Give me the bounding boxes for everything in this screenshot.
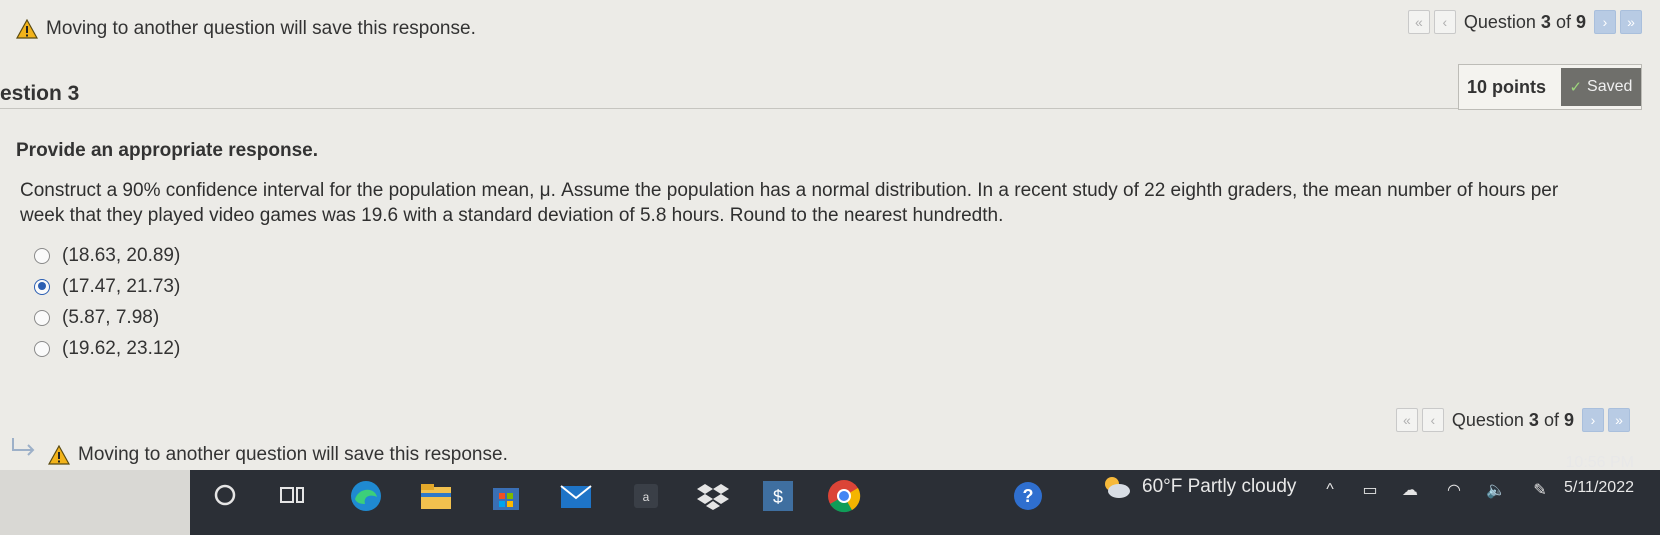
clock-date: 5/11/2022 — [1564, 479, 1634, 496]
next-question-button-bottom[interactable]: › — [1582, 408, 1604, 432]
answer-radio-3[interactable] — [34, 309, 50, 326]
task-view-icon[interactable] — [275, 478, 311, 514]
answer-label-2: (17.47, 21.73) — [62, 275, 181, 297]
weather-text: 60°F Partly cloudy — [1142, 476, 1297, 497]
divider — [0, 108, 1460, 109]
answer-option-4[interactable]: (19.62, 23.12) — [34, 333, 180, 364]
system-clock[interactable]: 10:56 PM 5/11/2022 — [1564, 450, 1634, 500]
answer-label-3: (5.87, 7.98) — [62, 306, 160, 328]
saved-label: Saved — [1587, 78, 1633, 95]
question-counter: Question 3 of 9 — [1463, 11, 1586, 32]
svg-text:a: a — [643, 490, 650, 504]
amazon-icon[interactable]: a — [628, 478, 664, 514]
saved-status: ✓ Saved — [1560, 68, 1641, 106]
answer-label-4: (19.62, 23.12) — [62, 337, 181, 359]
points-box: 10 points ✓ Saved — [1458, 64, 1642, 110]
last-question-button-bottom[interactable]: » — [1608, 408, 1630, 432]
chevron-up-icon[interactable]: ^ — [1318, 478, 1342, 502]
search-icon[interactable] — [208, 478, 244, 514]
taskbar — [190, 470, 1660, 535]
chrome-icon[interactable] — [826, 478, 862, 514]
svg-text:$: $ — [773, 487, 783, 507]
prev-question-button-bottom[interactable]: ‹ — [1421, 408, 1444, 432]
return-arrow-icon — [12, 438, 35, 456]
page: Moving to another question will save thi… — [0, 0, 1660, 500]
save-warning: Moving to another question will save thi… — [16, 18, 476, 40]
edge-icon[interactable] — [348, 478, 384, 514]
meet-now-icon[interactable]: ▭ — [1358, 478, 1382, 502]
warning-icon — [48, 445, 70, 465]
prev-question-button[interactable]: ‹ — [1433, 10, 1456, 34]
clock-time: 10:56 PM — [1565, 454, 1634, 471]
answer-label-1: (18.63, 20.89) — [62, 244, 181, 266]
answer-option-3[interactable]: (5.87, 7.98) — [34, 302, 180, 333]
pen-icon[interactable]: ✎ — [1528, 478, 1552, 502]
partly-cloudy-icon — [1105, 477, 1130, 498]
last-question-button[interactable]: » — [1620, 10, 1642, 34]
question-title: estion 3 — [0, 82, 80, 105]
first-question-button[interactable]: « — [1407, 10, 1430, 34]
first-question-button-bottom[interactable]: « — [1395, 408, 1418, 432]
warning-icon — [16, 19, 38, 39]
file-explorer-icon[interactable] — [418, 478, 454, 514]
save-warning-bottom: Moving to another question will save thi… — [48, 444, 508, 466]
answer-radio-4[interactable] — [34, 340, 50, 357]
answer-radio-2[interactable] — [34, 278, 50, 295]
save-warning-bottom-text: Moving to another question will save thi… — [78, 444, 508, 465]
volume-icon[interactable]: 🔈 — [1484, 478, 1508, 502]
instruction: Provide an appropriate response. — [16, 140, 318, 161]
cloud-icon[interactable]: ☁ — [1398, 478, 1422, 502]
question-nav-top: « ‹ Question 3 of 9 › » — [1407, 10, 1642, 34]
save-warning-text: Moving to another question will save thi… — [46, 18, 476, 39]
answer-radio-1[interactable] — [34, 247, 50, 264]
help-icon[interactable]: ? — [1010, 478, 1046, 514]
svg-text:?: ? — [1023, 486, 1034, 506]
dropbox-icon[interactable] — [695, 478, 731, 514]
answer-option-1[interactable]: (18.63, 20.89) — [34, 240, 180, 271]
answer-option-2[interactable]: (17.47, 21.73) — [34, 271, 180, 302]
wifi-icon[interactable]: ◠ — [1442, 478, 1466, 502]
weather-widget[interactable]: 60°F Partly cloudy — [1100, 474, 1296, 500]
store-icon[interactable] — [488, 478, 524, 514]
question-counter-bottom: Question 3 of 9 — [1451, 409, 1574, 430]
app-icon[interactable]: $ — [760, 478, 796, 514]
points-label: 10 points — [1467, 76, 1547, 97]
taskbar-left-edge — [0, 470, 200, 535]
next-question-button[interactable]: › — [1594, 10, 1616, 34]
check-icon: ✓ — [1569, 79, 1583, 96]
answer-options: (18.63, 20.89) (17.47, 21.73) (5.87, 7.9… — [34, 240, 180, 364]
question-stem: Construct a 90% confidence interval for … — [20, 180, 1559, 226]
mail-icon[interactable] — [558, 478, 594, 514]
question-nav-bottom: « ‹ Question 3 of 9 › » — [1395, 408, 1630, 432]
